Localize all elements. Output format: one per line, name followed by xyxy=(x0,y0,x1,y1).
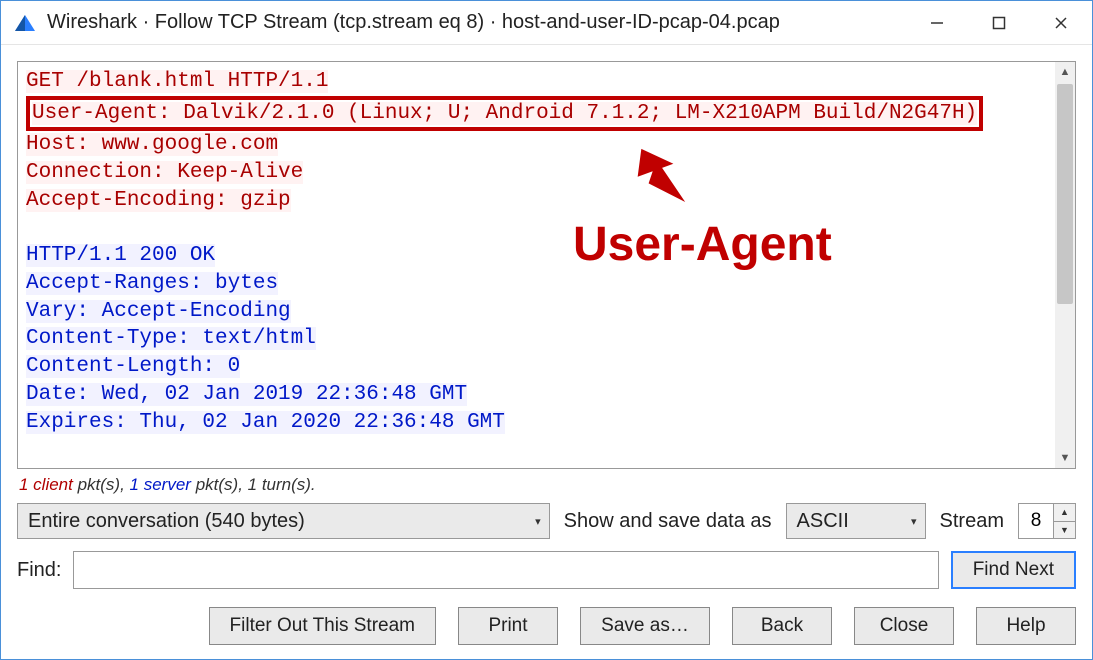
request-line: User-Agent: Dalvik/2.1.0 (Linux; U; Andr… xyxy=(32,102,977,125)
controls-row: Entire conversation (540 bytes) ▾ Show a… xyxy=(17,501,1076,547)
find-row: Find: Find Next xyxy=(17,547,1076,599)
user-agent-annotation: User-Agent xyxy=(573,217,832,272)
stream-view: GET /blank.html HTTP/1.1 User-Agent: Dal… xyxy=(17,61,1076,469)
stream-up-icon[interactable]: ▲ xyxy=(1054,504,1075,522)
scroll-up-icon[interactable]: ▲ xyxy=(1055,62,1075,82)
conversation-selected: Entire conversation (540 bytes) xyxy=(28,510,305,533)
find-next-button[interactable]: Find Next xyxy=(951,551,1076,589)
response-line: HTTP/1.1 200 OK xyxy=(26,244,215,267)
user-agent-highlight: User-Agent: Dalvik/2.1.0 (Linux; U; Andr… xyxy=(26,96,983,132)
wireshark-follow-stream-window: Wireshark · Follow TCP Stream (tcp.strea… xyxy=(0,0,1093,660)
back-button[interactable]: Back xyxy=(732,607,832,645)
request-line: Connection: Keep-Alive xyxy=(26,161,303,184)
stream-value: 8 xyxy=(1019,504,1053,538)
content-area: GET /blank.html HTTP/1.1 User-Agent: Dal… xyxy=(1,45,1092,603)
client-count: 1 client xyxy=(19,475,73,494)
response-line: Vary: Accept-Encoding xyxy=(26,300,291,323)
window-controls xyxy=(906,1,1092,44)
server-count: 1 server xyxy=(130,475,191,494)
maximize-button[interactable] xyxy=(968,1,1030,44)
response-line: Accept-Ranges: bytes xyxy=(26,272,278,295)
response-line: Expires: Thu, 02 Jan 2020 22:36:48 GMT xyxy=(26,411,505,434)
response-line: Content-Length: 0 xyxy=(26,355,240,378)
request-line: GET /blank.html HTTP/1.1 xyxy=(26,70,328,93)
vertical-scrollbar[interactable]: ▲ ▼ xyxy=(1055,62,1075,468)
chevron-down-icon: ▾ xyxy=(911,515,917,528)
show-save-label: Show and save data as xyxy=(564,510,772,533)
request-line: Host: www.google.com xyxy=(26,133,278,156)
response-line: Content-Type: text/html xyxy=(26,327,316,350)
close-dialog-button[interactable]: Close xyxy=(854,607,954,645)
minimize-button[interactable] xyxy=(906,1,968,44)
request-line: Accept-Encoding: gzip xyxy=(26,189,291,212)
bottom-button-row: Filter Out This Stream Print Save as… Ba… xyxy=(1,603,1092,659)
encoding-selected: ASCII xyxy=(797,510,849,533)
scroll-down-icon[interactable]: ▼ xyxy=(1055,448,1075,468)
help-button[interactable]: Help xyxy=(976,607,1076,645)
find-input[interactable] xyxy=(73,551,938,589)
chevron-down-icon: ▾ xyxy=(535,515,541,528)
encoding-dropdown[interactable]: ASCII ▾ xyxy=(786,503,926,539)
stream-number-spinner[interactable]: 8 ▲ ▼ xyxy=(1018,503,1076,539)
print-button[interactable]: Print xyxy=(458,607,558,645)
save-as-button[interactable]: Save as… xyxy=(580,607,710,645)
arrow-icon xyxy=(628,140,688,225)
scroll-thumb[interactable] xyxy=(1057,84,1073,304)
stream-down-icon[interactable]: ▼ xyxy=(1054,522,1075,539)
find-label: Find: xyxy=(17,559,61,582)
conversation-dropdown[interactable]: Entire conversation (540 bytes) ▾ xyxy=(17,503,550,539)
stream-label: Stream xyxy=(940,510,1004,533)
close-button[interactable] xyxy=(1030,1,1092,44)
packet-status: 1 client pkt(s), 1 server pkt(s), 1 turn… xyxy=(17,469,1076,501)
wireshark-icon xyxy=(13,11,37,35)
stream-content[interactable]: GET /blank.html HTTP/1.1 User-Agent: Dal… xyxy=(18,62,1055,468)
titlebar: Wireshark · Follow TCP Stream (tcp.strea… xyxy=(1,1,1092,45)
filter-out-button[interactable]: Filter Out This Stream xyxy=(209,607,436,645)
window-title: Wireshark · Follow TCP Stream (tcp.strea… xyxy=(47,11,906,34)
response-line: Date: Wed, 02 Jan 2019 22:36:48 GMT xyxy=(26,383,467,406)
